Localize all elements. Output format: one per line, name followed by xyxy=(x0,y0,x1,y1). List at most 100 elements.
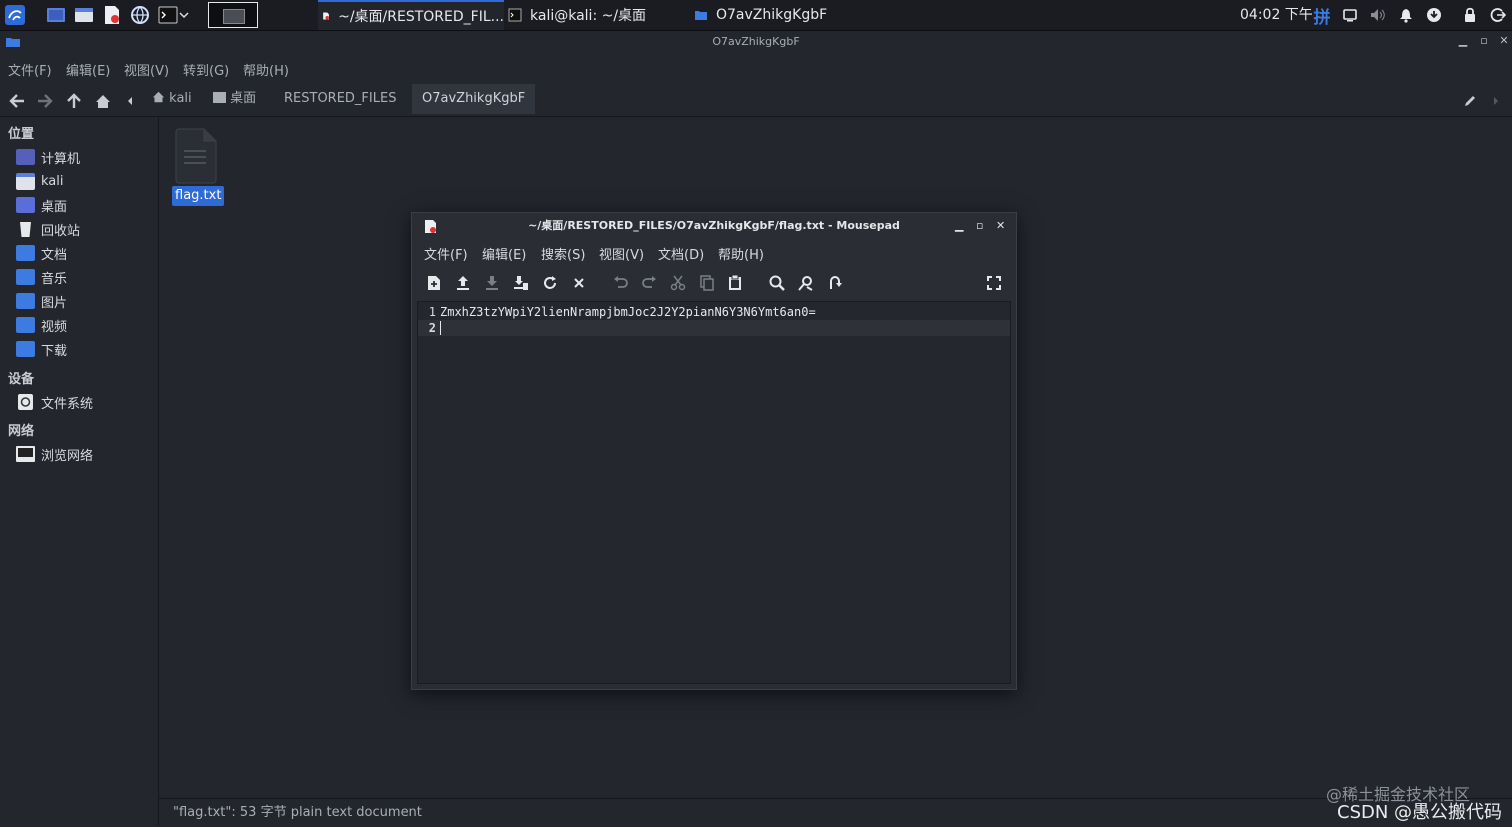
sidebar-item-desktop[interactable]: 桌面 xyxy=(16,194,67,216)
browser-icon[interactable] xyxy=(128,3,152,27)
close-icon[interactable]: ✕ xyxy=(996,213,1005,239)
sidebar-item-label: 浏览网络 xyxy=(41,448,94,464)
sidebar-item-computer[interactable]: 计算机 xyxy=(16,146,80,168)
sidebar-item-videos[interactable]: 视频 xyxy=(16,314,67,336)
find-replace-icon[interactable] xyxy=(796,273,816,293)
chevron-right-icon[interactable] xyxy=(1487,90,1505,112)
home-icon[interactable] xyxy=(92,90,114,112)
line-number: 2 xyxy=(428,321,436,335)
reload-icon[interactable] xyxy=(540,273,560,293)
breadcrumb-kali[interactable]: kali xyxy=(142,84,202,114)
drive-icon xyxy=(18,394,33,410)
save-as-icon[interactable] xyxy=(511,273,531,293)
search-icon[interactable] xyxy=(767,273,787,293)
menu-document[interactable]: 文档(D) xyxy=(658,244,704,263)
menu-file[interactable]: 文件(F) xyxy=(8,60,52,79)
maximize-icon[interactable]: ▫ xyxy=(976,213,983,239)
taskbar-item-label: kali@kali: ~/桌面 xyxy=(530,8,647,24)
sidebar-item-downloads[interactable]: 下载 xyxy=(16,338,67,360)
menu-go[interactable]: 转到(G) xyxy=(183,60,229,79)
paste-icon[interactable] xyxy=(725,273,745,293)
close-document-icon[interactable] xyxy=(569,273,589,293)
input-method-indicator[interactable]: 拼 xyxy=(1312,5,1332,28)
folder-icon xyxy=(695,11,707,20)
line-number: 1 xyxy=(428,305,436,319)
location-toolbar: kali 桌面 RESTORED_FILES O7avZhikgKgbF xyxy=(0,84,1512,117)
sidebar-item-pictures[interactable]: 图片 xyxy=(16,290,67,312)
display-icon[interactable] xyxy=(1340,5,1360,25)
text-caret xyxy=(440,321,441,335)
menu-search[interactable]: 搜索(S) xyxy=(541,244,585,263)
chevron-left-icon[interactable] xyxy=(121,90,139,112)
logout-icon[interactable] xyxy=(1488,5,1508,25)
trash-icon xyxy=(20,222,31,237)
edit-location-icon[interactable] xyxy=(1459,90,1481,112)
go-to-line-icon[interactable] xyxy=(825,273,845,293)
mousepad-titlebar[interactable]: ~/桌面/RESTORED_FILES/O7avZhikgKgbF/flag.t… xyxy=(412,213,1016,239)
minimize-icon[interactable]: ▁ xyxy=(955,213,963,239)
text-file-icon[interactable] xyxy=(174,128,218,184)
menu-help[interactable]: 帮助(H) xyxy=(243,60,289,79)
workspace-switcher[interactable] xyxy=(208,2,258,28)
file-manager-icon[interactable] xyxy=(72,3,96,27)
menu-view[interactable]: 视图(V) xyxy=(124,60,169,79)
open-file-icon[interactable] xyxy=(453,273,473,293)
minimize-icon[interactable]: ▁ xyxy=(1456,34,1470,48)
update-icon[interactable] xyxy=(1424,5,1444,25)
copy-icon[interactable] xyxy=(697,273,717,293)
menu-file[interactable]: 文件(F) xyxy=(424,244,468,263)
close-icon[interactable]: ✕ xyxy=(1497,34,1511,48)
sidebar-item-music[interactable]: 音乐 xyxy=(16,266,67,288)
sidebar-item-kali[interactable]: kali xyxy=(16,170,64,192)
taskbar-item-label: ~/桌面/RESTORED_FIL... xyxy=(338,9,504,25)
file-name-label[interactable]: flag.txt xyxy=(172,186,225,206)
cut-icon[interactable] xyxy=(668,273,688,293)
taskbar-item-file-manager[interactable]: O7avZhikgKgbF xyxy=(692,0,874,30)
notification-bell-icon[interactable] xyxy=(1396,5,1416,25)
sidebar: 位置 计算机 kali 桌面 回收站 文档 音乐 图片 视频 下载 设备 文件系… xyxy=(0,117,159,826)
breadcrumb-desktop[interactable]: 桌面 xyxy=(203,84,266,114)
home-folder-icon xyxy=(16,172,35,190)
menu-edit[interactable]: 编辑(E) xyxy=(66,60,110,79)
taskbar-item-mousepad[interactable]: ~/桌面/RESTORED_FIL... xyxy=(318,0,504,30)
text-editor-area[interactable]: 1 ZmxhZ3tzYWpiY2lienNrampjbmJoc2J2Y2pian… xyxy=(417,301,1011,684)
lock-icon[interactable] xyxy=(1460,5,1480,25)
new-document-icon[interactable] xyxy=(424,273,444,293)
sidebar-item-label: 回收站 xyxy=(41,223,81,239)
back-arrow-icon[interactable] xyxy=(6,90,28,112)
taskbar-item-terminal[interactable]: kali@kali: ~/桌面 xyxy=(506,0,688,30)
sidebar-item-documents[interactable]: 文档 xyxy=(16,242,67,264)
text-editor-icon xyxy=(425,220,436,233)
text-line[interactable]: ZmxhZ3tzYWpiY2lienNrampjbmJoc2J2Y2pianN6… xyxy=(440,305,816,319)
menu-view[interactable]: 视图(V) xyxy=(599,244,644,263)
music-folder-icon xyxy=(16,269,35,285)
workspace-thumbnail xyxy=(223,9,245,24)
watermark-csdn: CSDN @愚公搬代码 xyxy=(1337,802,1503,823)
sidebar-item-browse-network[interactable]: 浏览网络 xyxy=(16,443,93,465)
maximize-icon[interactable]: ▫ xyxy=(1477,34,1491,48)
sidebar-item-label: 音乐 xyxy=(41,271,68,287)
text-editor-icon[interactable] xyxy=(100,3,124,27)
breadcrumb-restored-files[interactable]: RESTORED_FILES xyxy=(274,84,406,114)
sidebar-item-trash[interactable]: 回收站 xyxy=(16,218,80,240)
current-line-highlight xyxy=(418,320,1010,336)
redo-icon[interactable] xyxy=(639,273,659,293)
menu-help[interactable]: 帮助(H) xyxy=(718,244,764,263)
taskbar-item-label: O7avZhikgKgbF xyxy=(716,7,828,23)
kali-menu-icon[interactable] xyxy=(3,3,27,27)
fullscreen-icon[interactable] xyxy=(984,273,1004,293)
menu-edit[interactable]: 编辑(E) xyxy=(482,244,526,263)
sidebar-header-devices: 设备 xyxy=(8,372,35,387)
volume-icon[interactable] xyxy=(1368,5,1388,25)
sidebar-item-filesystem[interactable]: 文件系统 xyxy=(16,391,93,413)
clock[interactable]: 04:02 下午 xyxy=(1240,0,1313,30)
workspace-icon[interactable] xyxy=(44,3,68,27)
breadcrumb-current[interactable]: O7avZhikgKgbF xyxy=(412,84,536,114)
undo-icon[interactable] xyxy=(611,273,631,293)
sidebar-item-label: 桌面 xyxy=(41,199,68,215)
chevron-down-icon[interactable] xyxy=(176,3,192,27)
forward-arrow-icon[interactable] xyxy=(34,90,56,112)
save-icon[interactable] xyxy=(482,273,502,293)
window-titlebar[interactable]: O7avZhikgKgbF xyxy=(0,31,1512,53)
up-arrow-icon[interactable] xyxy=(63,90,85,112)
